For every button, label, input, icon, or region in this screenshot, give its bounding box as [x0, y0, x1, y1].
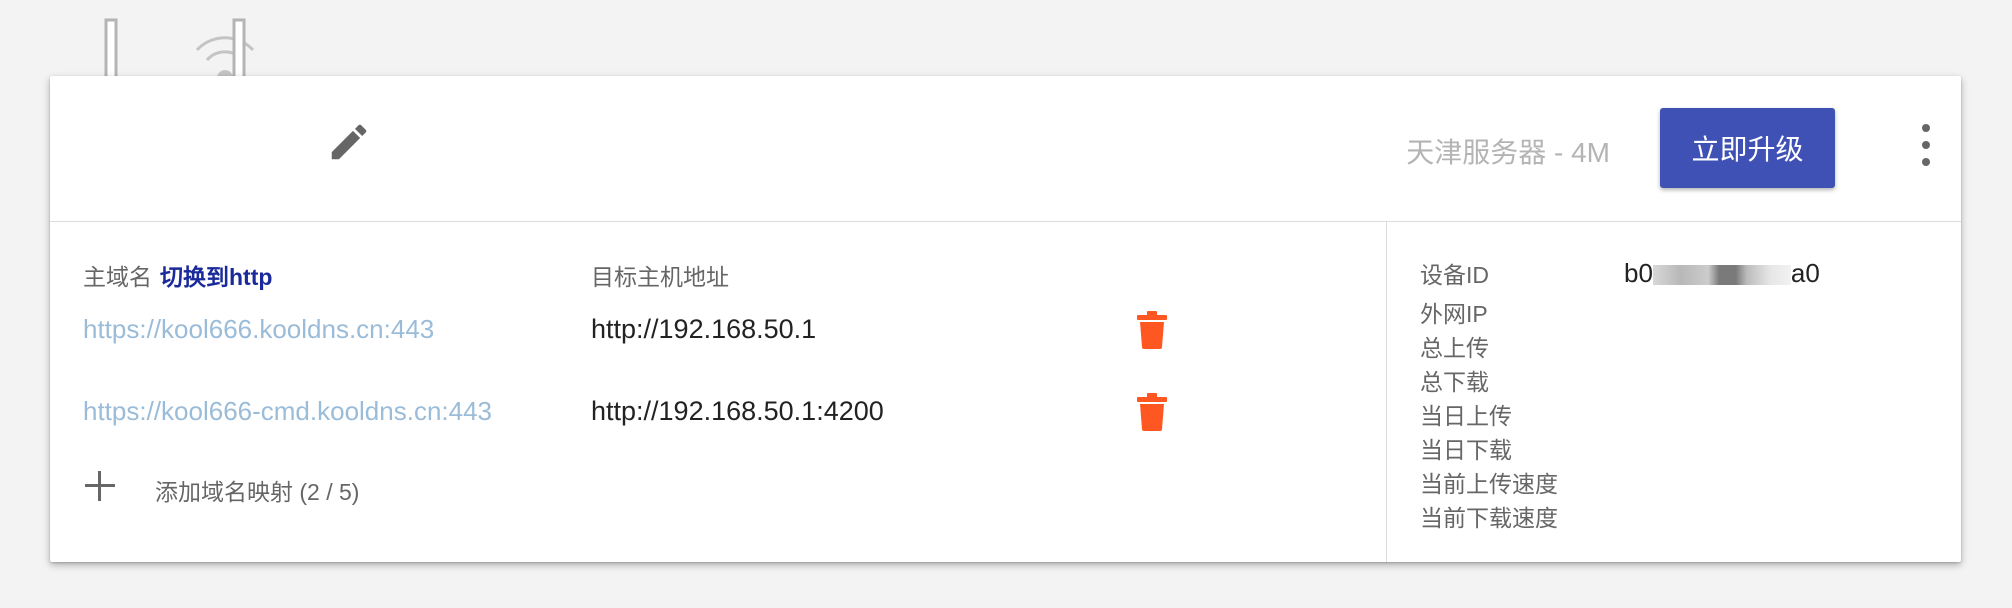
device-id-value: b0 a0 — [1624, 258, 1820, 289]
edit-icon[interactable] — [326, 119, 372, 165]
domain-column-header: 主域名 切换到http — [83, 258, 272, 292]
device-id-label: 设备ID — [1420, 262, 1489, 288]
total-download-label: 总下载 — [1420, 369, 1489, 395]
daily-upload-label: 当日上传 — [1420, 403, 1512, 429]
total-upload-label: 总上传 — [1420, 335, 1489, 361]
device-card: 天津服务器 - 4M 立即升级 主域名 切换到http 目标主机地址 https:… — [50, 76, 1961, 562]
add-icon — [85, 471, 115, 501]
vertical-divider — [1386, 222, 1387, 562]
server-label: 天津服务器 - 4M — [1406, 137, 1610, 168]
card-header: 天津服务器 - 4M 立即升级 — [50, 76, 1961, 222]
current-download-speed-label: 当前下载速度 — [1420, 505, 1558, 531]
target-column-header: 目标主机地址 — [591, 264, 729, 290]
domain-link-1[interactable]: https://kool666.kooldns.cn:443 — [83, 314, 434, 345]
target-address-2: http://192.168.50.1:4200 — [591, 396, 884, 426]
current-upload-speed-label: 当前上传速度 — [1420, 471, 1558, 497]
public-ip-label: 外网IP — [1420, 301, 1488, 327]
daily-download-label: 当日下载 — [1420, 437, 1512, 463]
target-address-1: http://192.168.50.1 — [591, 314, 817, 344]
delete-icon[interactable] — [1137, 311, 1167, 349]
upgrade-button[interactable]: 立即升级 — [1660, 108, 1835, 188]
device-id-prefix: b0 — [1624, 258, 1653, 288]
domain-header-label: 主域名 — [83, 264, 152, 290]
switch-http-link[interactable]: 切换到http — [160, 264, 272, 290]
device-id-suffix: a0 — [1790, 258, 1820, 288]
delete-icon[interactable] — [1137, 393, 1167, 431]
add-mapping-label: 添加域名映射 (2 / 5) — [155, 479, 360, 505]
domain-link-2[interactable]: https://kool666-cmd.kooldns.cn:443 — [83, 396, 492, 427]
more-vert-icon[interactable] — [1910, 122, 1942, 168]
redacted-block — [1652, 265, 1791, 286]
